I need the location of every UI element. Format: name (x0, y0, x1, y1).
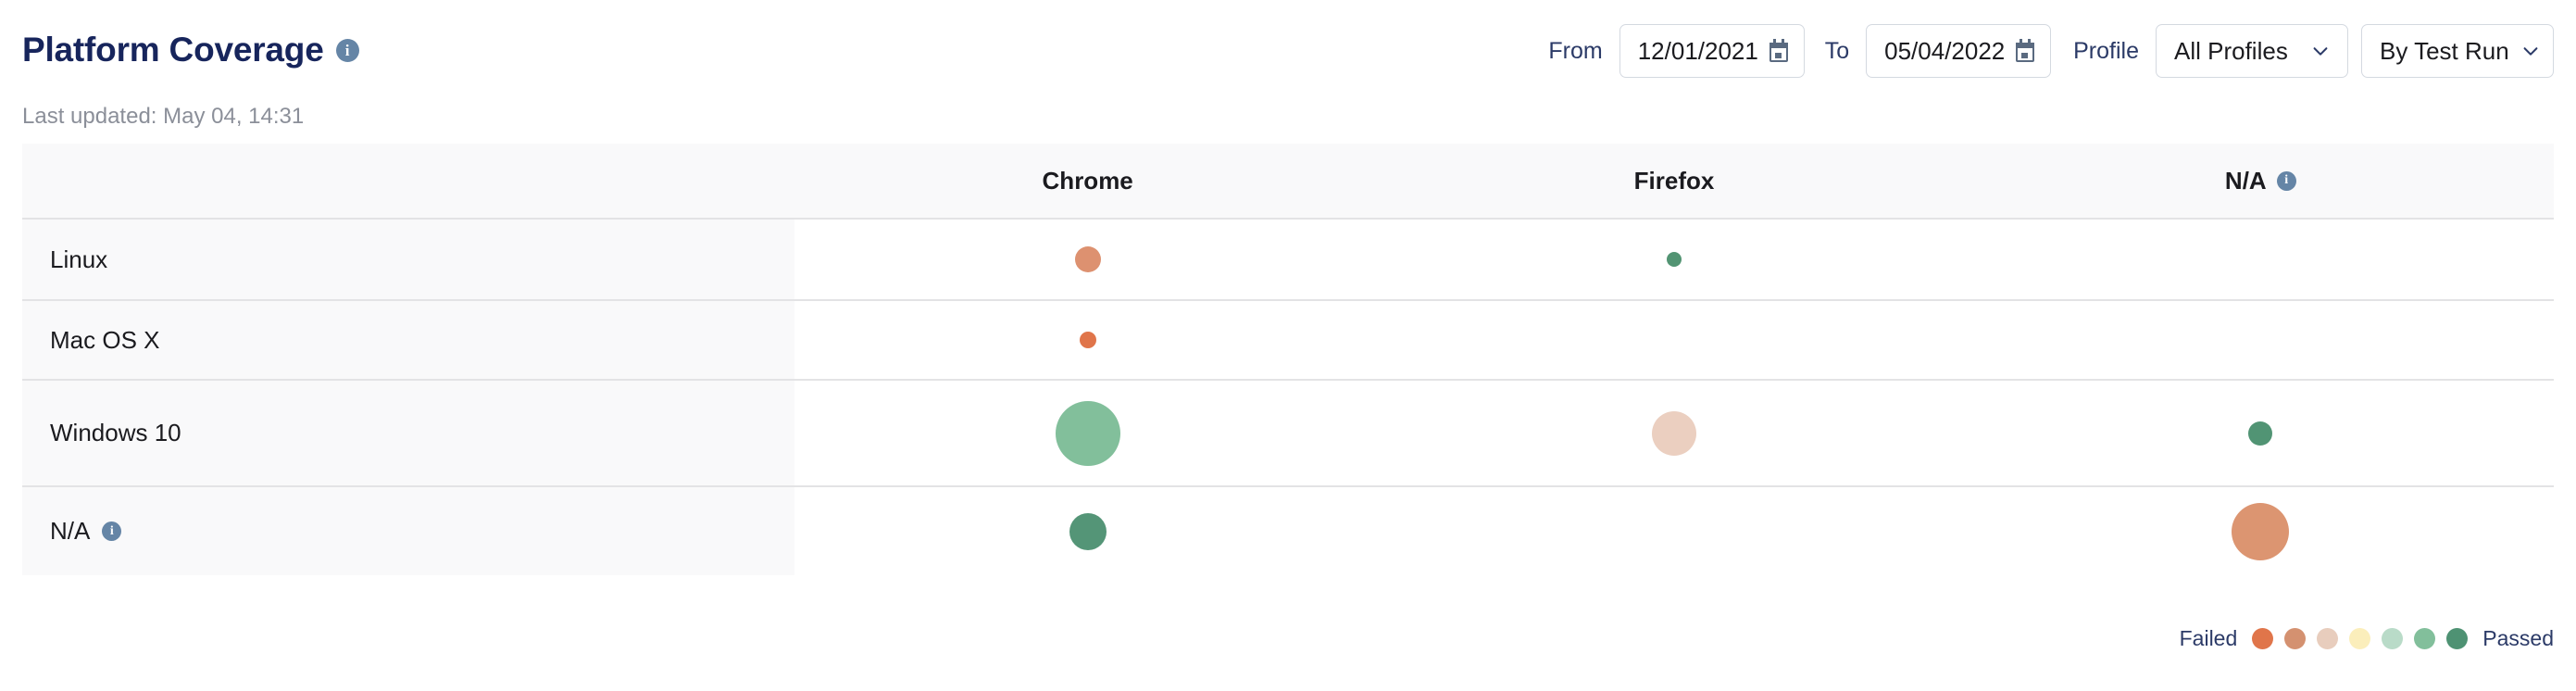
coverage-bubble[interactable] (2232, 503, 2289, 560)
title-block: Platform Coverage i (22, 31, 359, 69)
column-header-label: Chrome (1043, 167, 1133, 195)
legend-swatch (2446, 628, 2468, 649)
chevron-down-icon[interactable] (2520, 41, 2541, 61)
row-label-text: Linux (50, 245, 107, 274)
legend-swatch (2252, 628, 2273, 649)
matrix-row-macosx: Mac OS X (22, 299, 2554, 379)
last-updated-label: Last updated: May 04, 14:31 (22, 104, 304, 130)
to-label: To (1825, 38, 1849, 65)
profile-select-value: All Profiles (2174, 37, 2288, 66)
platform-coverage-widget: Platform Coverage i Last updated: May 04… (0, 0, 2576, 691)
from-date-input[interactable]: 12/01/2021 (1619, 24, 1805, 78)
row-label-windows10: Windows 10 (22, 381, 794, 485)
legend-swatch (2284, 628, 2306, 649)
cell-na-na[interactable] (1968, 487, 2554, 575)
cell-na-chrome[interactable] (794, 487, 1381, 575)
row-label-text: Windows 10 (50, 419, 181, 447)
page-title: Platform Coverage (22, 31, 324, 69)
cell-windows10-na[interactable] (1968, 381, 2554, 485)
row-label-macosx: Mac OS X (22, 301, 794, 379)
legend-low-label: Failed (2180, 626, 2238, 651)
legend-swatch (2382, 628, 2403, 649)
matrix-row-linux: Linux (22, 218, 2554, 299)
cell-macosx-na[interactable] (1968, 301, 2554, 379)
coverage-bubble[interactable] (1652, 411, 1696, 456)
cell-linux-chrome[interactable] (794, 220, 1381, 299)
to-date-value: 05/04/2022 (1884, 37, 2005, 66)
cell-windows10-chrome[interactable] (794, 381, 1381, 485)
column-header-firefox: Firefox (1381, 144, 1967, 218)
coverage-bubble[interactable] (1667, 252, 1682, 267)
row-label-na: N/A i (22, 487, 794, 575)
column-header-info-icon[interactable]: i (2277, 171, 2296, 191)
matrix-row-na: N/A i (22, 485, 2554, 575)
row-label-text: Mac OS X (50, 326, 159, 355)
calendar-icon[interactable] (2014, 39, 2036, 63)
grouping-select-value: By Test Run (2380, 37, 2509, 66)
coverage-matrix: Chrome Firefox N/A i Linux (22, 144, 2554, 575)
profile-label: Profile (2073, 38, 2139, 65)
cell-macosx-firefox[interactable] (1381, 301, 1967, 379)
column-header-label: Firefox (1634, 167, 1715, 195)
cell-linux-na[interactable] (1968, 220, 2554, 299)
cell-linux-firefox[interactable] (1381, 220, 1967, 299)
cell-macosx-chrome[interactable] (794, 301, 1381, 379)
coverage-bubble[interactable] (2248, 421, 2272, 446)
from-label: From (1548, 38, 1602, 65)
legend-swatch (2317, 628, 2338, 649)
to-date-input[interactable]: 05/04/2022 (1866, 24, 2051, 78)
column-header-label: N/A (2225, 167, 2267, 195)
from-date-value: 12/01/2021 (1638, 37, 1758, 66)
calendar-icon[interactable] (1768, 39, 1790, 63)
coverage-bubble[interactable] (1069, 513, 1107, 550)
chevron-down-icon[interactable] (2310, 41, 2331, 61)
coverage-bubble[interactable] (1056, 401, 1120, 466)
row-label-linux: Linux (22, 220, 794, 299)
row-label-info-icon[interactable]: i (102, 521, 121, 541)
legend-swatches (2252, 628, 2468, 649)
title-info-icon[interactable]: i (336, 39, 359, 62)
coverage-bubble[interactable] (1075, 246, 1101, 272)
matrix-row-windows10: Windows 10 (22, 379, 2554, 485)
legend-swatch (2414, 628, 2435, 649)
color-legend: Failed Passed (2180, 626, 2554, 651)
legend-swatch (2349, 628, 2370, 649)
column-header-na: N/A i (1968, 144, 2554, 218)
legend-high-label: Passed (2482, 626, 2554, 651)
coverage-bubble[interactable] (1080, 332, 1096, 348)
column-header-chrome: Chrome (794, 144, 1381, 218)
matrix-corner-cell (22, 144, 794, 218)
cell-na-firefox[interactable] (1381, 487, 1967, 575)
profile-select[interactable]: All Profiles (2156, 24, 2348, 78)
row-label-text: N/A (50, 517, 90, 546)
matrix-header-row: Chrome Firefox N/A i (22, 144, 2554, 218)
filter-controls: From 12/01/2021 To 05/04/2022 Profile Al… (1548, 24, 2554, 78)
widget-header: Platform Coverage i Last updated: May 04… (0, 0, 2576, 144)
grouping-select[interactable]: By Test Run (2361, 24, 2554, 78)
cell-windows10-firefox[interactable] (1381, 381, 1967, 485)
